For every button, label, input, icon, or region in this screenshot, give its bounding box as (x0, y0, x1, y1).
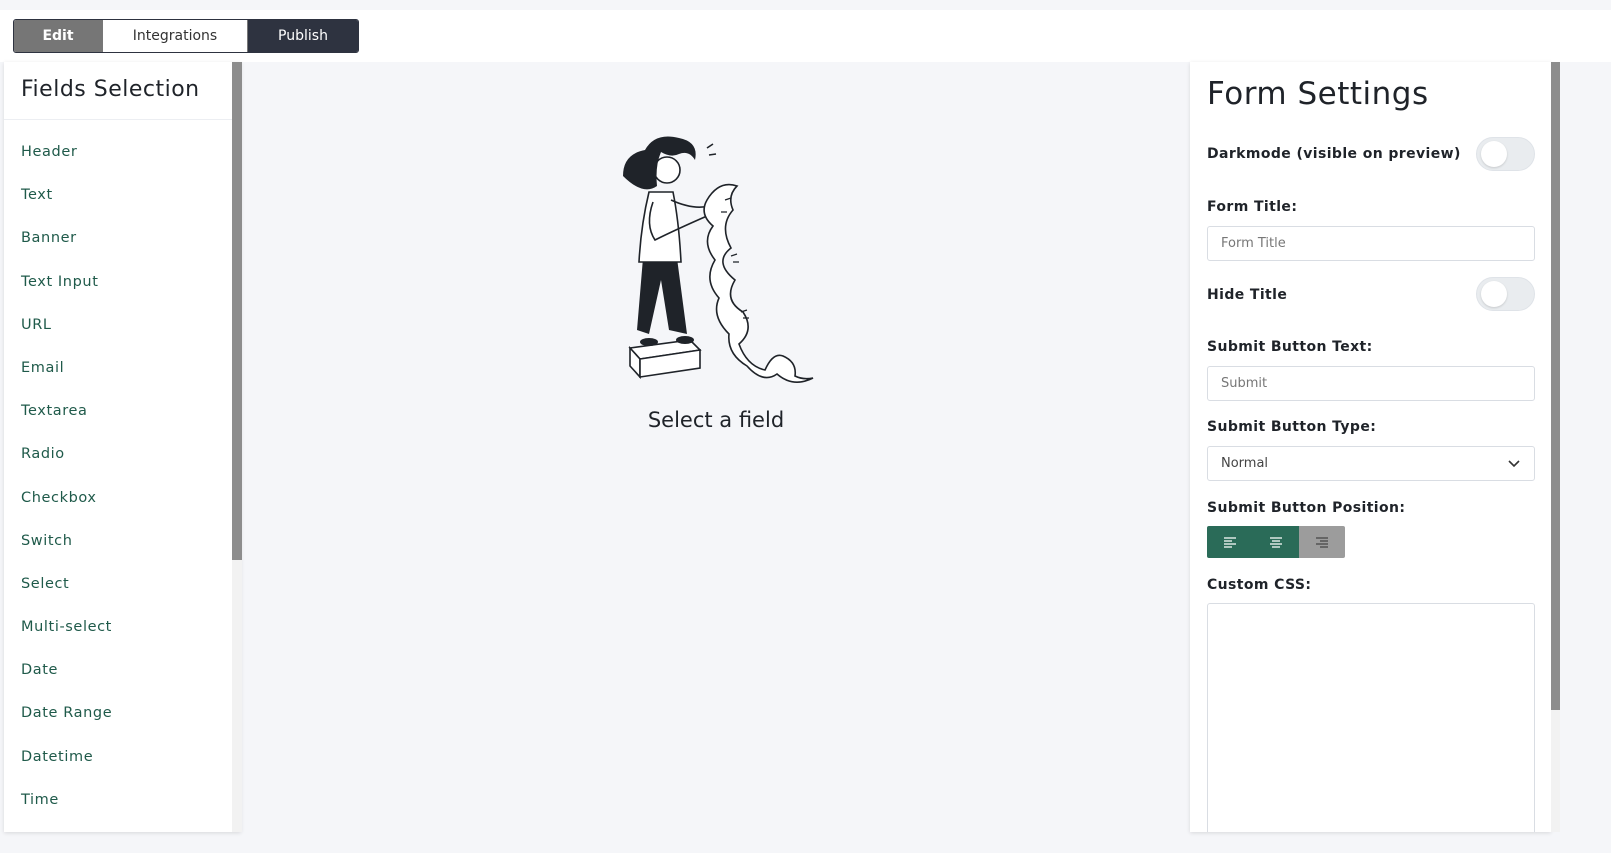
tab-integrations[interactable]: Integrations (102, 20, 248, 52)
field-item-radio[interactable]: Radio (4, 446, 241, 489)
field-item-checkbox[interactable]: Checkbox (4, 490, 241, 533)
person-reading-scroll-illustration (623, 136, 814, 383)
fields-selection-title: Fields Selection (4, 62, 241, 120)
field-item-text-input[interactable]: Text Input (4, 274, 241, 317)
chevron-down-icon (1508, 460, 1520, 468)
field-item-url[interactable]: URL (4, 317, 241, 360)
field-item-header[interactable]: Header (4, 144, 241, 187)
field-item-switch[interactable]: Switch (4, 533, 241, 576)
hide-title-toggle[interactable] (1476, 277, 1535, 311)
empty-state-caption: Select a field (647, 408, 785, 432)
align-right-icon (1316, 537, 1328, 548)
tab-edit[interactable]: Edit (14, 20, 102, 52)
align-center-icon (1270, 537, 1282, 548)
fields-selection-panel: Fields Selection Header Text Banner Text… (4, 62, 241, 832)
submit-text-label: Submit Button Text: (1207, 339, 1373, 355)
field-item-datetime[interactable]: Datetime (4, 749, 241, 792)
field-item-date[interactable]: Date (4, 662, 241, 705)
toggle-knob (1481, 141, 1507, 167)
darkmode-toggle[interactable] (1476, 137, 1535, 171)
darkmode-label: Darkmode (visible on preview) (1207, 146, 1461, 162)
field-item-email[interactable]: Email (4, 360, 241, 403)
form-title-input[interactable] (1207, 226, 1535, 261)
fields-scrollbar-thumb[interactable] (232, 62, 242, 560)
field-item-select[interactable]: Select (4, 576, 241, 619)
tab-publish[interactable]: Publish (248, 20, 358, 52)
submit-position-group (1207, 526, 1345, 558)
submit-text-input[interactable] (1207, 366, 1535, 401)
field-item-multi-select[interactable]: Multi-select (4, 619, 241, 662)
settings-scrollbar-track[interactable] (1551, 710, 1560, 832)
mode-tabs: Edit Integrations Publish (13, 19, 359, 53)
form-title-label: Form Title: (1207, 199, 1298, 215)
field-item-text[interactable]: Text (4, 187, 241, 230)
fields-scrollbar-track[interactable] (232, 560, 242, 832)
submit-position-label: Submit Button Position: (1207, 500, 1406, 516)
submit-type-select[interactable]: Normal (1207, 446, 1535, 481)
custom-css-textarea[interactable] (1207, 603, 1535, 832)
align-left-button[interactable] (1207, 526, 1253, 558)
form-settings-panel: Form Settings Darkmode (visible on previ… (1190, 62, 1551, 832)
field-item-textarea[interactable]: Textarea (4, 403, 241, 446)
custom-css-label: Custom CSS: (1207, 577, 1312, 593)
field-list: Header Text Banner Text Input URL Email … (4, 120, 241, 832)
align-center-button[interactable] (1253, 526, 1299, 558)
field-item-date-range[interactable]: Date Range (4, 705, 241, 748)
submit-type-label: Submit Button Type: (1207, 419, 1377, 435)
settings-scrollbar-thumb[interactable] (1551, 62, 1560, 710)
form-settings-title: Form Settings (1207, 76, 1429, 112)
align-left-icon (1224, 537, 1236, 548)
field-item-banner[interactable]: Banner (4, 230, 241, 273)
align-right-button[interactable] (1299, 526, 1345, 558)
toggle-knob (1481, 281, 1507, 307)
hide-title-label: Hide Title (1207, 287, 1288, 303)
submit-type-value: Normal (1221, 456, 1269, 471)
field-item-time[interactable]: Time (4, 792, 241, 832)
